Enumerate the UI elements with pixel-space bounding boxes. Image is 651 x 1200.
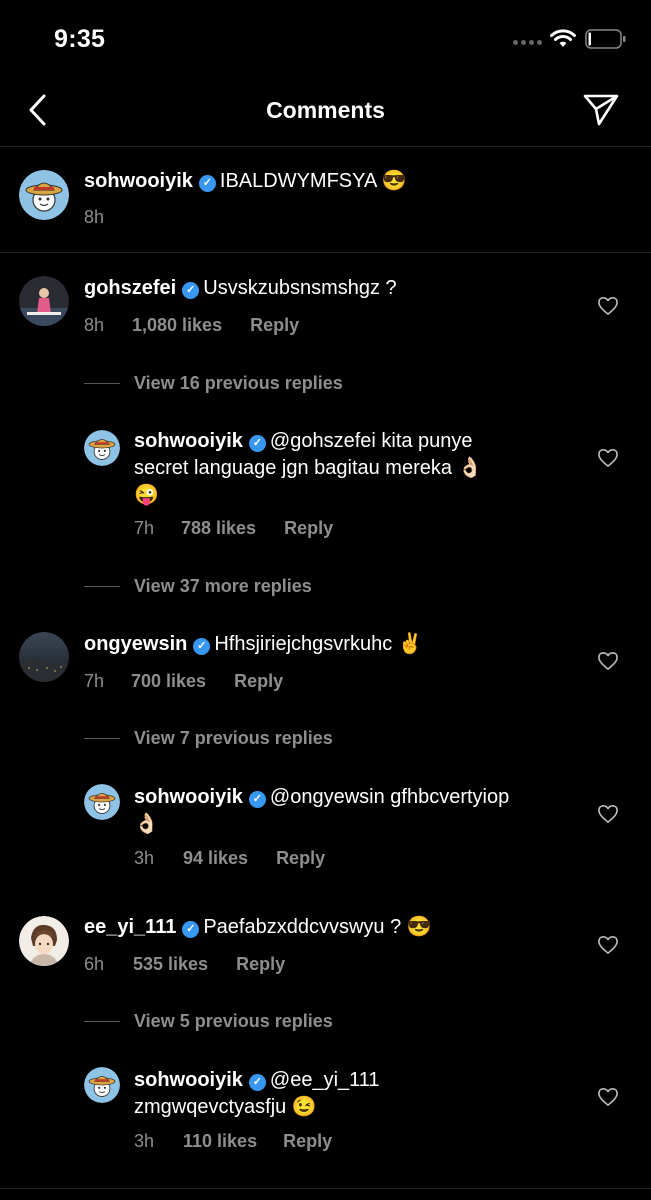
avatar[interactable] [84,1067,120,1103]
view-replies-label: View 7 previous replies [134,727,333,748]
reply-button[interactable]: Reply [283,1131,332,1152]
like-count[interactable]: 94 likes [183,848,248,869]
caption-username[interactable]: sohwooiyik [84,170,193,192]
reply-text-line3: 😜 [134,484,159,506]
view-replies-label: View 37 more replies [134,575,312,596]
view-replies-label: View 16 previous replies [134,372,343,393]
avatar[interactable] [19,916,69,966]
comments-header: Comments [0,80,651,147]
verified-badge-icon: ✓ [193,638,211,655]
wifi-icon [550,29,576,47]
view-previous-replies[interactable]: View 16 previous replies [84,371,343,395]
reply-timestamp: 7h [134,518,155,538]
reply-text-line2: zmgwqevctyasfju 😉 [134,1096,317,1118]
like-count[interactable]: 1,080 likes [132,315,222,336]
heart-icon[interactable] [597,1087,619,1107]
comment-gohszefei: gohszefei ✓ Usvskzubsnsmshgz ? 8h 1,080 li… [0,252,651,612]
heart-icon[interactable] [597,651,619,671]
view-previous-replies[interactable]: View 7 previous replies [84,726,333,750]
comment-username[interactable]: ongyewsin [84,633,187,655]
avatar[interactable] [84,784,120,820]
heart-icon[interactable] [597,448,619,468]
reply-button[interactable]: Reply [276,848,325,869]
like-count[interactable]: 535 likes [133,954,208,975]
verified-badge-icon: ✓ [248,791,266,808]
view-replies-label: View 5 previous replies [134,1010,333,1031]
divider [84,585,120,587]
reply-username[interactable]: sohwooiyik [134,430,243,452]
verified-badge-icon: ✓ [198,175,216,192]
comment-ee-yi-111: ee_yi_111 ✓ Paefabzxddcvvswyu ? 😎 6h 535 l… [0,895,651,1185]
heart-icon[interactable] [597,935,619,955]
comment-timestamp: 6h [84,954,105,974]
comment-text: Paefabzxddcvvswyu ? 😎 [203,916,432,938]
verified-badge-icon: ✓ [182,921,200,938]
divider [0,1188,651,1189]
divider [84,1020,120,1022]
reply-button[interactable]: Reply [234,671,283,692]
view-more-replies[interactable]: View 37 more replies [84,574,312,598]
like-count[interactable]: 110 likes [183,1131,257,1152]
verified-badge-icon: ✓ [182,282,200,299]
comment-text: Usvskzubsnsmshgz ? [203,277,397,299]
reply-button[interactable]: Reply [250,315,299,336]
post-caption: sohwooiyik ✓ IBALDWYMFSYA 😎 8h [0,146,651,253]
like-count[interactable]: 700 likes [131,671,206,692]
reply-timestamp: 3h [134,1131,155,1151]
comment-text: Hfhsjiriejchgsvrkuhc ✌️ [214,633,423,655]
comment-ongyewsin: ongyewsin ✓ Hfhsjiriejchgsvrkuhc ✌️ 7h 700… [0,612,651,892]
view-previous-replies[interactable]: View 5 previous replies [84,1009,333,1033]
status-time: 9:35 [54,25,106,53]
avatar[interactable] [19,276,69,326]
reply-button[interactable]: Reply [236,954,285,975]
heart-icon[interactable] [597,296,619,316]
page-title: Comments [266,97,385,123]
reply-text-line1: @gohszefei kita punye [269,430,473,452]
verified-badge-icon: ✓ [248,1074,266,1091]
avatar[interactable] [19,170,69,220]
avatar[interactable] [19,632,69,682]
reply-text-line1: @ongyewsin gfhbcvertyiop [269,786,510,808]
like-count[interactable]: 788 likes [181,518,256,539]
verified-badge-icon: ✓ [248,435,266,452]
reply-username[interactable]: sohwooiyik [134,786,243,808]
divider [84,382,120,384]
comment-username[interactable]: gohszefei [84,277,176,299]
status-bar: 9:35 [0,0,651,80]
avatar[interactable] [84,430,120,466]
comment-timestamp: 7h [84,671,105,691]
caption-timestamp: 8h [84,207,105,227]
comment-timestamp: 8h [84,315,105,335]
reply-text-line1: @ee_yi_111 [269,1069,380,1091]
reply-text-line2: secret language jgn bagitau mereka 👌🏻 [134,457,483,479]
cellular-signal-icon [513,40,542,45]
comment-username[interactable]: ee_yi_111 [84,916,176,938]
heart-icon[interactable] [597,804,619,824]
reply-timestamp: 3h [134,848,155,868]
battery-icon [585,29,626,49]
send-direct-icon[interactable] [582,93,620,127]
reply-text-line2: 👌🏻 [134,813,159,835]
reply-username[interactable]: sohwooiyik [134,1069,243,1091]
caption-text: IBALDWYMFSYA 😎 [219,170,407,192]
reply-button[interactable]: Reply [284,518,333,539]
divider [84,737,120,739]
